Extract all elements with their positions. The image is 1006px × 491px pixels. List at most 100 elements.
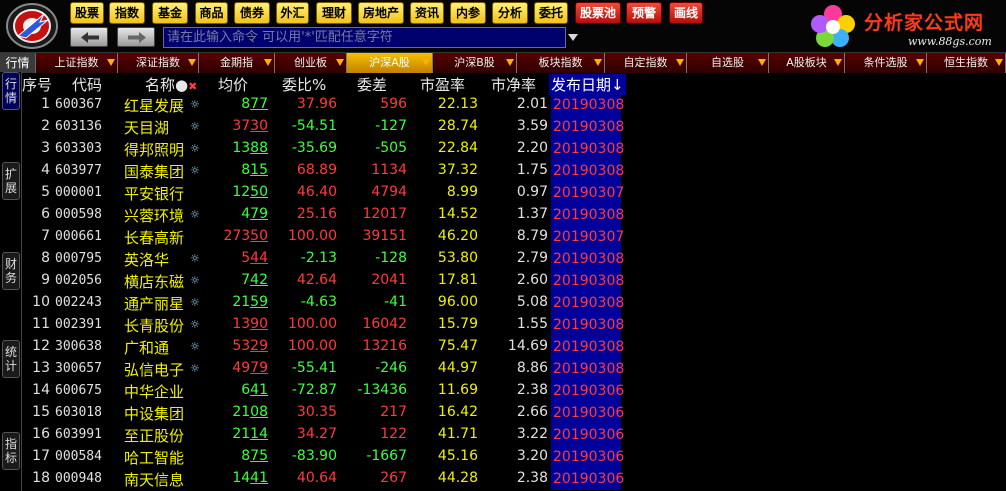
col-header-ratio[interactable]: 委比% xyxy=(282,74,326,95)
row-code: 300638 xyxy=(55,339,102,354)
market-tab-11[interactable]: 恒生指数 xyxy=(927,53,1006,73)
row-code: 000795 xyxy=(55,251,102,266)
table-row[interactable]: 7 000661 长春高新 100.00 39151 46.20 8.79 20190307 2… xyxy=(22,226,1006,248)
table-row[interactable]: 11 002391 长青股份 ☼ 100.00 16042 15.79 1.55 2019030… xyxy=(22,314,1006,336)
table-row[interactable]: 17 000584 哈工智能 -83.90 -1667 45.16 3.20 20190306… xyxy=(22,446,1006,468)
market-tab-10[interactable]: 条件选股 xyxy=(845,53,927,73)
side-tab-4[interactable]: 指标 xyxy=(2,432,20,470)
app-logo-icon[interactable] xyxy=(4,2,60,50)
col-header-price[interactable]: 均价 xyxy=(218,74,248,95)
col-header-seq[interactable]: 序号 xyxy=(22,74,52,95)
row-pb: 14.69 xyxy=(507,338,548,354)
row-price-int: 12 xyxy=(232,184,251,200)
command-input[interactable]: 请在此输入命令 可以用'*'匹配任意字符 xyxy=(163,27,566,48)
table-row[interactable]: 8 000795 英洛华 ☼ -2.13 -128 53.80 2.79 20190308 544 xyxy=(22,248,1006,270)
tab-hangqing[interactable]: 行情 xyxy=(0,53,36,73)
table-row[interactable]: 5 000001 平安银行 46.40 4794 8.99 0.97 20190307 1250 xyxy=(22,182,1006,204)
table-row[interactable]: 3 603303 得邦照明 ☼ -35.69 -505 22.84 2.20 20190308 1… xyxy=(22,138,1006,160)
tab-dropdown-icon[interactable] xyxy=(758,59,766,66)
tab-dropdown-icon[interactable] xyxy=(916,59,924,66)
side-tab-1[interactable]: 扩展 xyxy=(2,162,20,200)
table-row[interactable]: 1 600367 红星发展 ☼ 37.96 596 22.13 2.01 20190308 877 xyxy=(22,94,1006,116)
menu-button-11[interactable]: 委托 xyxy=(534,2,568,24)
col-header-pe[interactable]: 市盈率 xyxy=(420,74,465,95)
table-row[interactable]: 14 600675 中华企业 -72.87 -13436 11.69 2.38 2019030… xyxy=(22,380,1006,402)
col-header-pb[interactable]: 市净率 xyxy=(491,74,536,95)
menu-button-6[interactable]: 理财 xyxy=(316,2,352,24)
market-tab-6[interactable]: 板块指数 xyxy=(517,53,605,73)
table-row[interactable]: 15 603018 中设集团 30.35 217 16.42 2.66 20190306 210… xyxy=(22,402,1006,424)
tab-dropdown-icon[interactable] xyxy=(336,59,344,66)
table-row[interactable]: 18 000948 南天信息 40.64 267 44.28 2.38 20190306 144… xyxy=(22,468,1006,490)
menu-button-1[interactable]: 指数 xyxy=(109,2,145,24)
tab-dropdown-icon[interactable] xyxy=(594,59,602,66)
forward-button[interactable] xyxy=(117,27,155,47)
market-tab-5[interactable]: 沪深B股 xyxy=(433,53,517,73)
market-tab-label: 创业板 xyxy=(294,56,327,69)
back-button[interactable] xyxy=(70,27,108,47)
flower-logo-icon xyxy=(811,5,855,47)
menu-button-14[interactable]: 画线 xyxy=(669,2,703,24)
market-tab-7[interactable]: 自定指数 xyxy=(605,53,687,73)
tab-dropdown-icon[interactable] xyxy=(107,59,115,66)
row-date: 20190308 xyxy=(551,160,624,182)
side-tab-2[interactable]: 财务 xyxy=(2,252,20,290)
row-date: 20190307 xyxy=(551,226,624,248)
menu-button-7[interactable]: 房地产 xyxy=(358,2,404,24)
market-tab-4[interactable]: 沪深A股 xyxy=(347,53,433,73)
table-row[interactable]: 12 300638 广和通 ☼ 100.00 13216 75.47 14.69 2019030… xyxy=(22,336,1006,358)
tab-dropdown-icon[interactable] xyxy=(422,59,430,66)
market-tab-3[interactable]: 创业板 xyxy=(275,53,347,73)
table-row[interactable]: 4 603977 国泰集团 ☼ 68.89 1134 37.32 1.75 20190308 81… xyxy=(22,160,1006,182)
side-tab-0[interactable]: 行情 xyxy=(2,72,20,110)
table-row[interactable]: 16 603991 至正股份 34.27 122 41.71 3.22 20190306 211… xyxy=(22,424,1006,446)
tab-dropdown-icon[interactable] xyxy=(188,59,196,66)
tab-dropdown-icon[interactable] xyxy=(264,59,272,66)
row-pb: 2.38 xyxy=(516,382,548,398)
row-pb: 8.79 xyxy=(516,228,548,244)
market-tab-1[interactable]: 深证指数 xyxy=(118,53,199,73)
table-row[interactable]: 10 002243 通产丽星 ☼ -4.63 -41 96.00 5.08 20190308 21… xyxy=(22,292,1006,314)
table-row[interactable]: 2 603136 天目湖 ☼ -54.51 -127 28.74 3.59 20190308 37… xyxy=(22,116,1006,138)
tab-dropdown-icon[interactable] xyxy=(506,59,514,66)
market-tab-0[interactable]: 上证指数 xyxy=(36,53,118,73)
row-pb: 3.59 xyxy=(516,118,548,134)
menu-button-5[interactable]: 外汇 xyxy=(276,2,309,24)
market-tab-9[interactable]: A股板块 xyxy=(769,53,845,73)
row-price-int: 49 xyxy=(232,360,251,376)
menu-button-9[interactable]: 内参 xyxy=(450,2,486,24)
row-price: 875 xyxy=(198,448,268,464)
menu-button-0[interactable]: 股票 xyxy=(70,2,104,24)
row-pb: 5.08 xyxy=(516,294,548,310)
menu-button-12[interactable]: 股票池 xyxy=(575,2,621,24)
row-price-frac: 75 xyxy=(250,448,268,464)
back-arrow-icon xyxy=(81,32,99,43)
col-header-name[interactable]: 名称●✖ xyxy=(145,74,197,95)
menu-button-3[interactable]: 商品 xyxy=(195,2,228,24)
table-row[interactable]: 13 300657 弘信电子 ☼ -55.41 -246 44.97 8.86 20190308… xyxy=(22,358,1006,380)
tab-dropdown-icon[interactable] xyxy=(676,59,684,66)
market-tab-8[interactable]: 自选股 xyxy=(687,53,769,73)
dropdown-triangle-icon[interactable] xyxy=(567,29,579,45)
tab-dropdown-icon[interactable] xyxy=(995,59,1003,66)
menu-button-8[interactable]: 资讯 xyxy=(410,2,444,24)
menu-button-4[interactable]: 债券 xyxy=(234,2,270,24)
row-date: 20190308 xyxy=(551,270,624,292)
side-tab-3[interactable]: 统计 xyxy=(2,340,20,378)
market-tab-label: 沪深A股 xyxy=(369,56,410,69)
table-row[interactable]: 6 000598 兴蓉环境 ☼ 25.16 12017 14.52 1.37 20190308 4… xyxy=(22,204,1006,226)
row-price: 479 xyxy=(198,206,268,222)
col-header-code[interactable]: 代码 xyxy=(72,74,102,95)
col-header-date[interactable]: 发布日期↓ xyxy=(549,74,626,95)
menu-button-10[interactable]: 分析 xyxy=(492,2,528,24)
market-tab-label: 板块指数 xyxy=(538,56,583,69)
market-tab-label: 上证指数 xyxy=(54,56,99,69)
row-price: 3730 xyxy=(198,118,268,134)
menu-button-2[interactable]: 基金 xyxy=(152,2,188,24)
row-price-int: 13 xyxy=(232,140,251,156)
tab-dropdown-icon[interactable] xyxy=(834,59,842,66)
market-tab-2[interactable]: 金期指 xyxy=(199,53,275,73)
menu-button-13[interactable]: 预警 xyxy=(626,2,662,24)
table-row[interactable]: 9 002056 横店东磁 ☼ 42.64 2041 17.81 2.60 20190308 74… xyxy=(22,270,1006,292)
col-header-diff[interactable]: 委差 xyxy=(357,74,387,95)
